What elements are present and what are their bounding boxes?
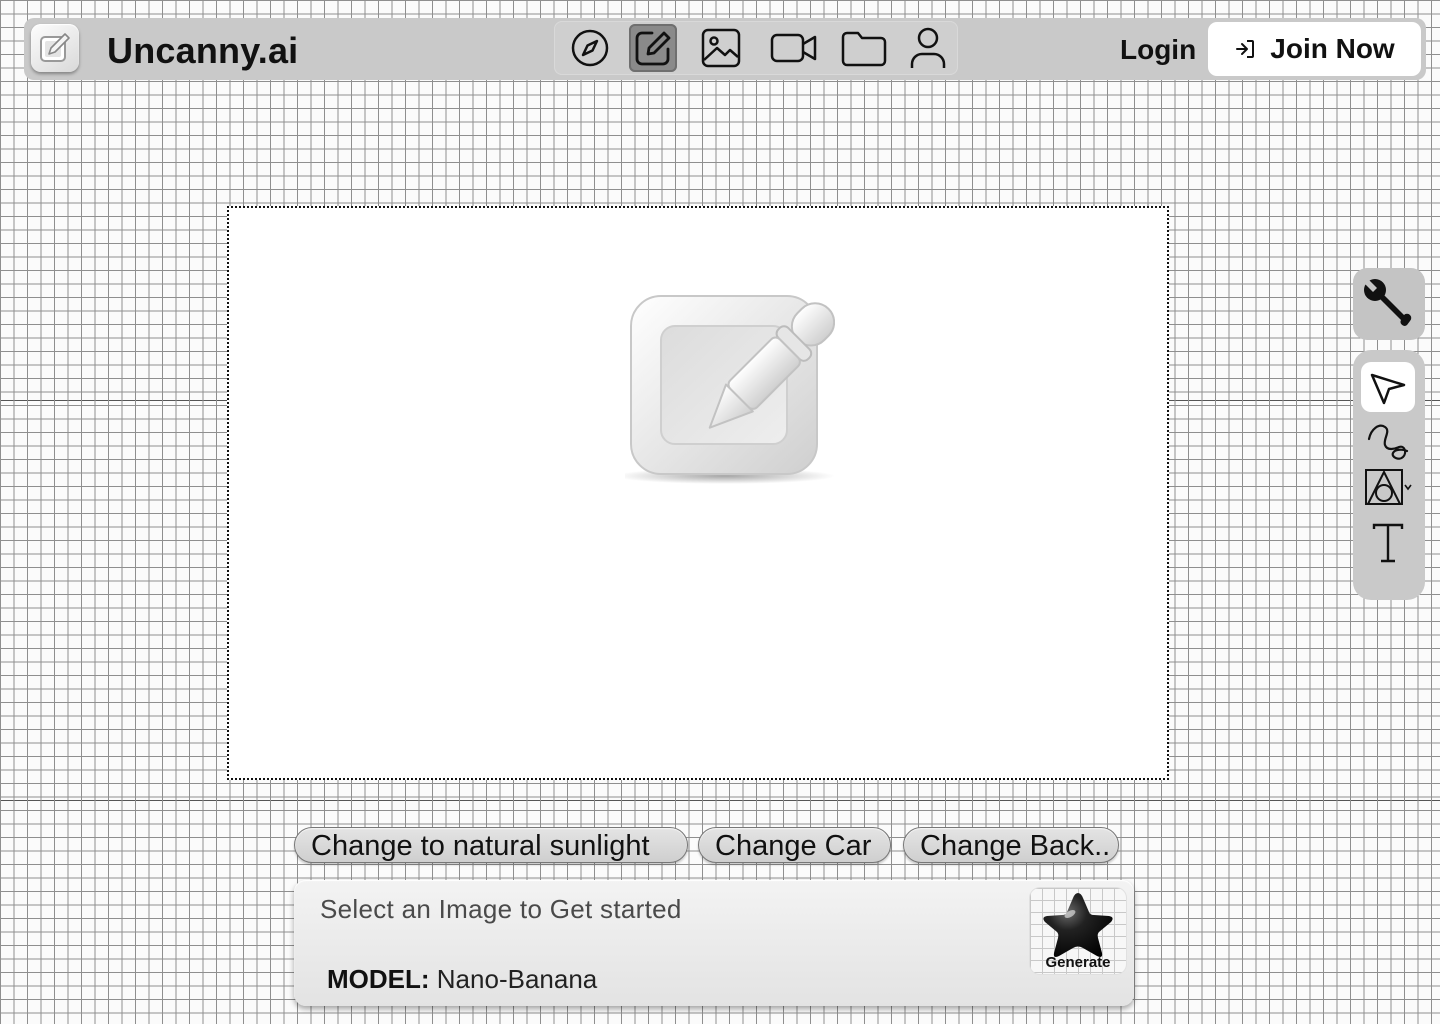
tool-draw-button[interactable] <box>1361 416 1415 466</box>
folder-icon <box>841 31 887 67</box>
cursor-arrow-icon <box>1370 373 1406 405</box>
nav-explore-button[interactable] <box>566 24 614 72</box>
tool-shapes-button[interactable] <box>1361 462 1415 512</box>
nav-files-button[interactable] <box>836 24 892 72</box>
model-label: MODEL: <box>327 964 430 994</box>
user-icon <box>910 27 946 68</box>
tool-select-button[interactable] <box>1361 362 1415 412</box>
star-icon <box>1043 893 1113 957</box>
model-selector[interactable]: MODEL: Nano-Banana <box>327 964 597 995</box>
generate-button[interactable]: Generate <box>1030 888 1126 974</box>
model-value: Nano-Banana <box>436 964 598 994</box>
pencil-square-icon <box>635 31 671 66</box>
prompt-panel: MODEL: Nano-Banana Generate <box>294 880 1134 1006</box>
logo-icon[interactable] <box>31 24 79 72</box>
wrench-icon <box>1364 279 1412 326</box>
top-bar: Uncanny.ai Login Join Now <box>24 18 1426 80</box>
squiggle-icon <box>1367 424 1409 460</box>
shapes-icon <box>1365 469 1412 505</box>
image-canvas[interactable] <box>227 206 1169 780</box>
tool-text-button[interactable] <box>1361 518 1415 568</box>
tool-palette <box>1353 350 1425 600</box>
prompt-input[interactable] <box>318 888 1022 930</box>
nav-video-button[interactable] <box>766 24 822 72</box>
text-icon <box>1372 523 1404 563</box>
sign-in-icon <box>1236 40 1255 58</box>
compass-icon <box>571 29 609 67</box>
image-icon <box>701 28 741 68</box>
video-camera-icon <box>770 33 817 63</box>
settings-button[interactable] <box>1353 268 1425 340</box>
edit-square-3d-icon <box>625 295 835 484</box>
nav-tabs <box>554 21 958 75</box>
login-link[interactable]: Login <box>1120 34 1196 66</box>
join-now-label: Join Now <box>1270 33 1395 64</box>
nav-profile-button[interactable] <box>904 24 952 72</box>
brand-title: Uncanny.ai <box>107 30 299 71</box>
suggestion-chip[interactable]: Change Back.. <box>903 827 1119 863</box>
nav-images-button[interactable] <box>697 24 745 72</box>
generate-label: Generate <box>1045 954 1111 971</box>
suggestion-chip[interactable]: Change to natural sunlight <box>294 827 688 863</box>
nav-edit-button[interactable] <box>629 24 677 72</box>
join-now-button[interactable]: Join Now <box>1208 22 1421 76</box>
suggestion-chip[interactable]: Change Car <box>698 827 891 863</box>
